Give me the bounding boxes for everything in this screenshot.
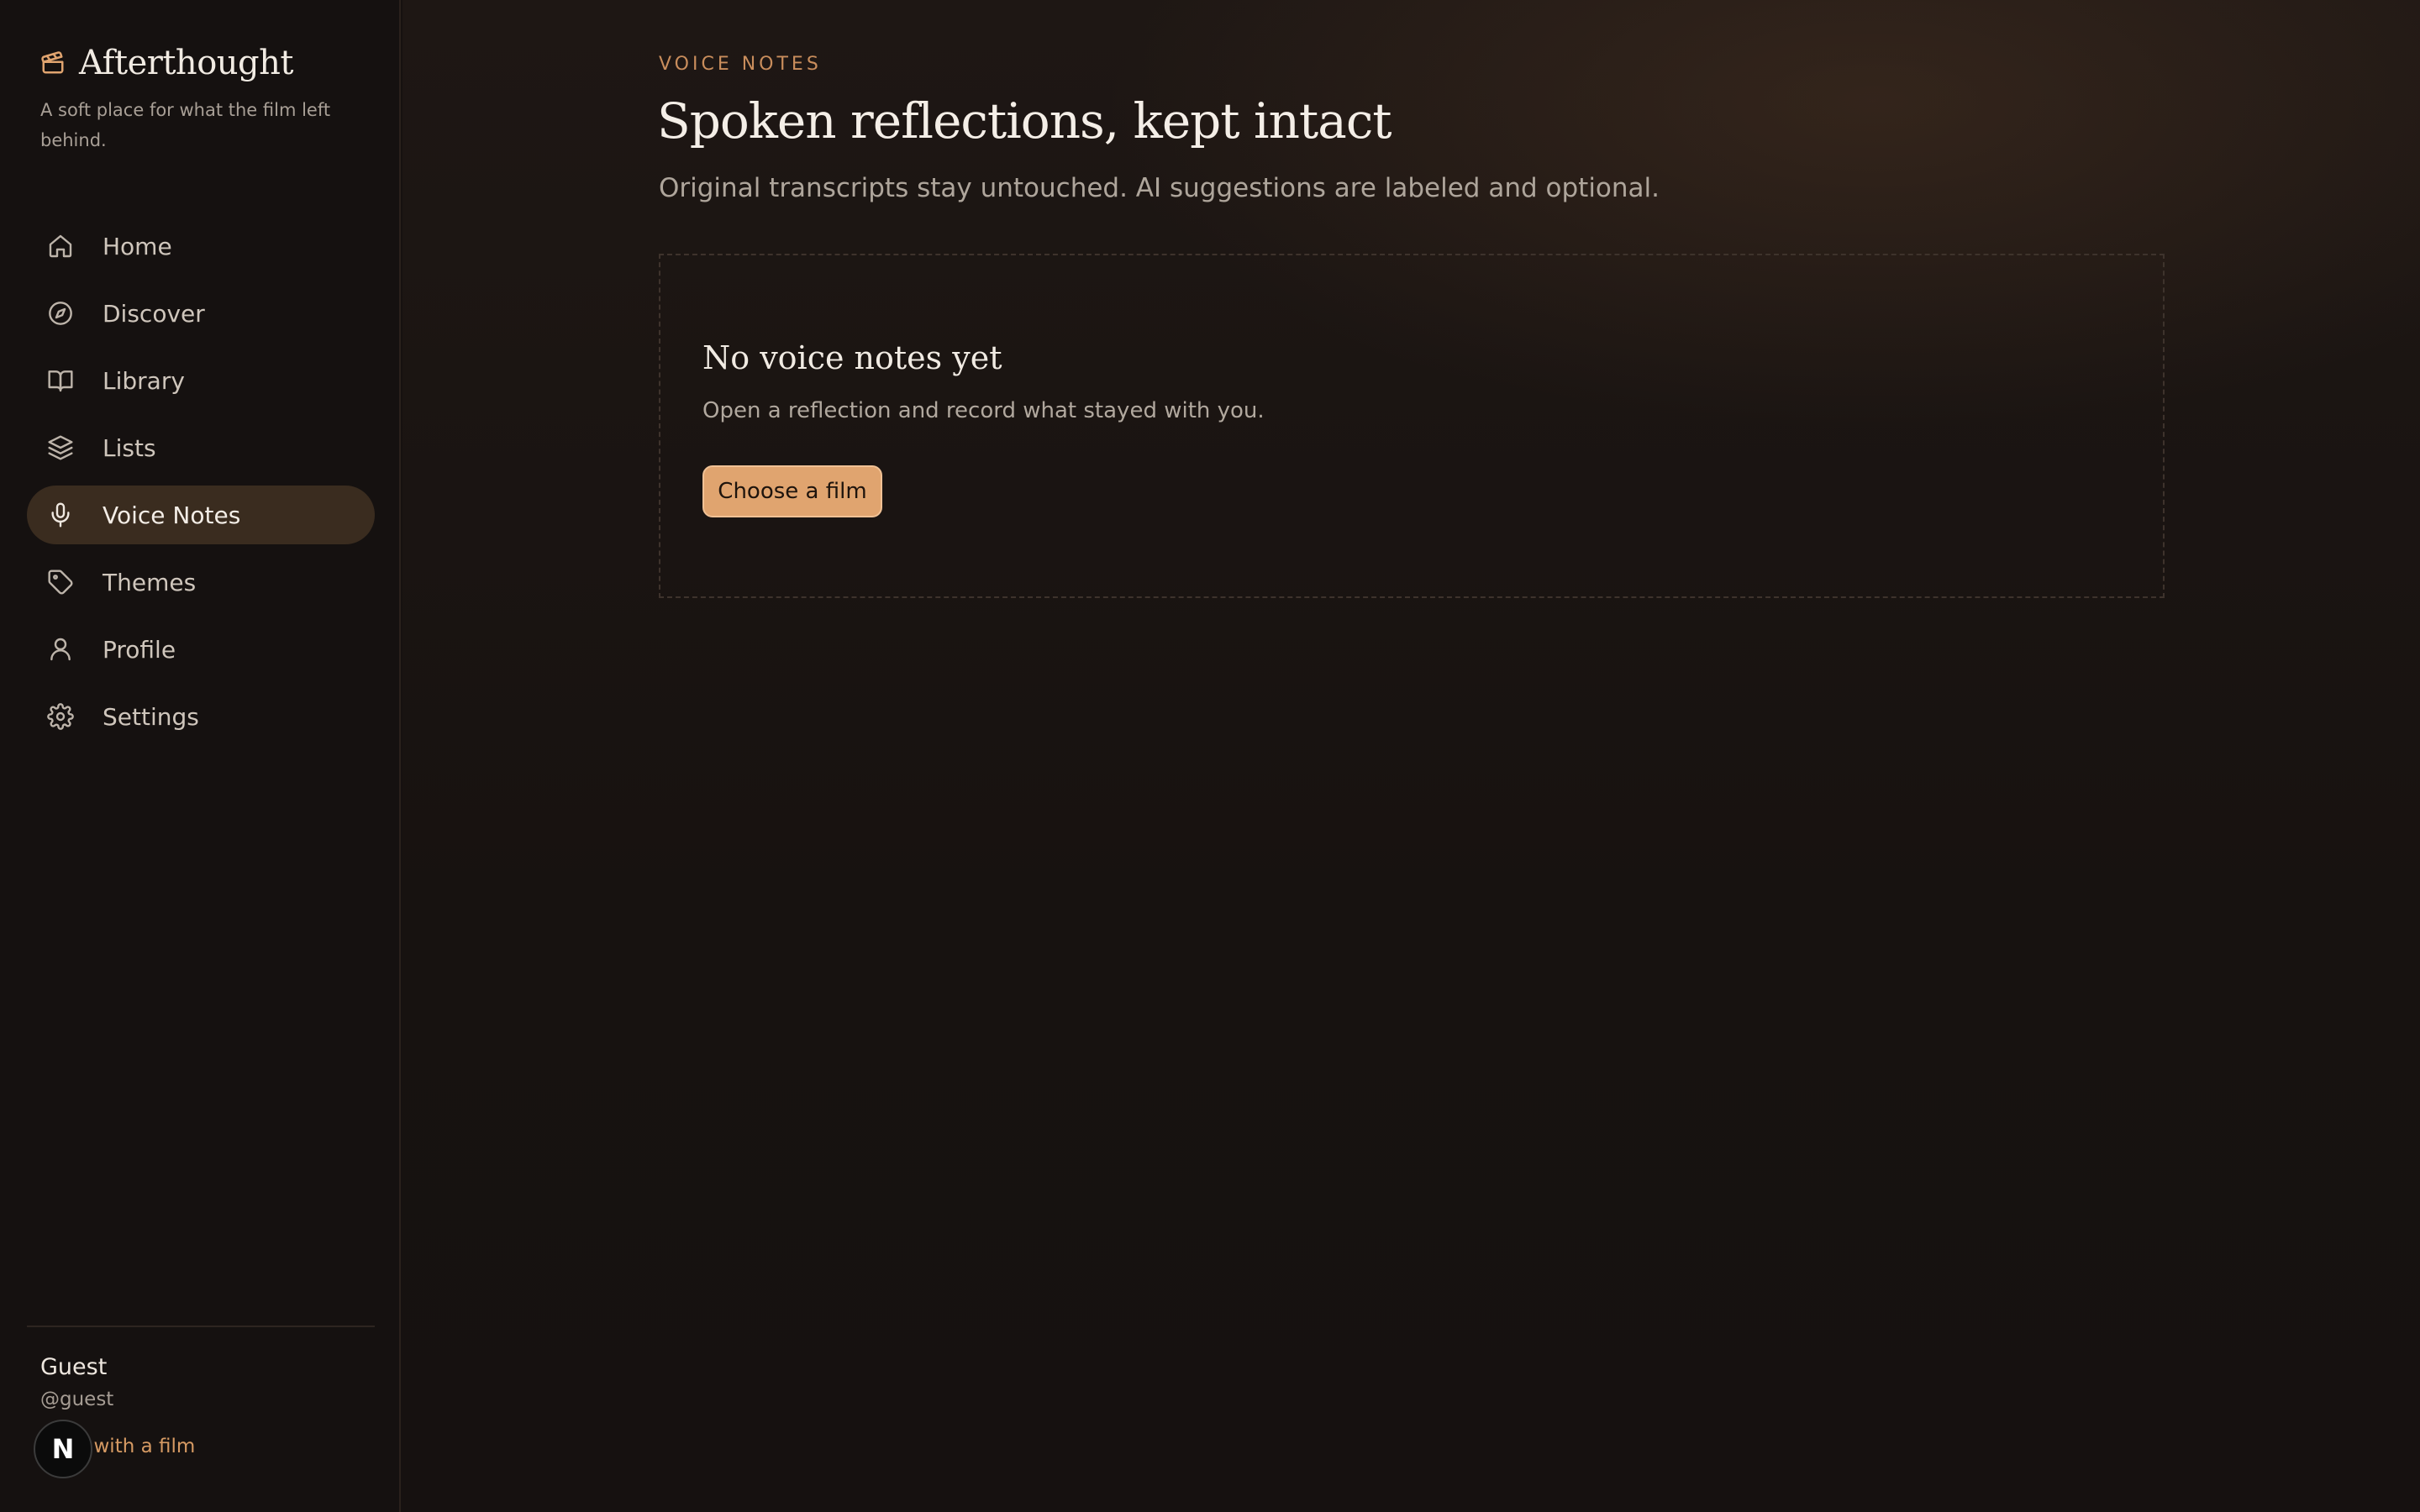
- sidebar-item-voice-notes[interactable]: Voice Notes: [27, 486, 375, 544]
- sidebar-item-settings[interactable]: Settings: [27, 687, 375, 746]
- main-content: VOICE NOTES Spoken reflections, kept int…: [402, 0, 2420, 1512]
- sidebar-item-label: Discover: [103, 299, 205, 328]
- sidebar-item-label: Home: [103, 232, 172, 260]
- sidebar-item-discover[interactable]: Discover: [27, 284, 375, 343]
- sidebar-item-home[interactable]: Home: [27, 217, 375, 276]
- page-title: Spoken reflections, kept intact: [657, 92, 1392, 150]
- book-open-icon: [45, 365, 76, 396]
- sidebar-item-label: Lists: [103, 433, 156, 462]
- sidebar-item-label: Themes: [103, 568, 197, 596]
- layers-icon: [45, 433, 76, 463]
- n-badge-button[interactable]: N: [34, 1420, 92, 1478]
- brand-tagline: A soft place for what the film left behi…: [40, 100, 331, 150]
- sidebar-item-label: Library: [103, 366, 185, 395]
- brand[interactable]: Afterthought: [40, 44, 293, 82]
- empty-state-title: No voice notes yet: [702, 339, 1002, 376]
- user-name: Guest: [40, 1354, 108, 1380]
- sidebar-item-label: Voice Notes: [103, 501, 241, 529]
- microphone-icon: [45, 500, 76, 530]
- sidebar-item-themes[interactable]: Themes: [27, 553, 375, 612]
- sidebar-item-label: Profile: [103, 635, 176, 664]
- gear-icon: [45, 701, 76, 732]
- home-icon: [45, 231, 76, 261]
- section-eyebrow: VOICE NOTES: [659, 54, 822, 75]
- sidebar-item-profile[interactable]: Profile: [27, 620, 375, 679]
- user-handle: @guest: [40, 1389, 114, 1410]
- brand-name: Afterthought: [79, 44, 293, 82]
- sidebar-nav: Home Discover Library Lists Voice Notes …: [27, 217, 375, 754]
- choose-film-button[interactable]: Choose a film: [702, 465, 882, 517]
- tag-icon: [45, 567, 76, 597]
- empty-state-card: No voice notes yet Open a reflection and…: [659, 254, 2165, 598]
- sidebar-item-lists[interactable]: Lists: [27, 418, 375, 477]
- compass-icon: [45, 298, 76, 328]
- user-icon: [45, 634, 76, 664]
- page-subtitle: Original transcripts stay untouched. AI …: [659, 173, 1660, 203]
- clapperboard-icon: [40, 50, 66, 76]
- sidebar-divider: [27, 1326, 375, 1327]
- empty-state-description: Open a reflection and record what stayed…: [702, 398, 1265, 423]
- sidebar-item-label: Settings: [103, 702, 199, 731]
- sidebar-item-library[interactable]: Library: [27, 351, 375, 410]
- sidebar: Afterthought A soft place for what the f…: [0, 0, 401, 1512]
